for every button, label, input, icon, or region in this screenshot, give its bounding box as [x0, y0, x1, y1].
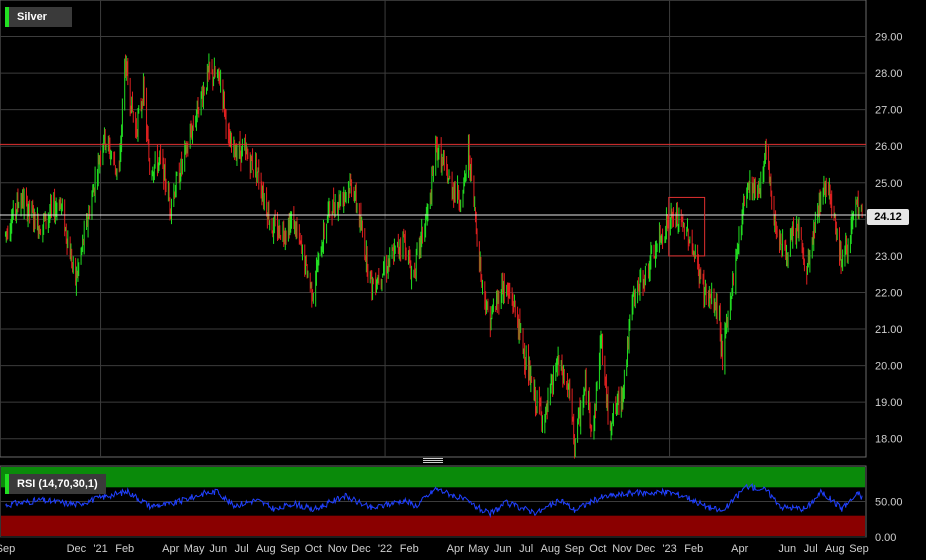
x-tick-label: Nov: [328, 543, 348, 555]
x-tick-label: Feb: [115, 543, 134, 555]
x-tick-label: Jul: [519, 543, 533, 555]
price-tick-label: 28.00: [875, 68, 903, 80]
oversold-zone: [1, 515, 865, 536]
price-tick-label: 20.00: [875, 361, 903, 373]
x-tick-label: Sep: [280, 543, 300, 555]
x-tick-label: Apr: [731, 543, 748, 555]
price-panel[interactable]: 18.0019.0020.0021.0022.0023.0024.0025.00…: [0, 0, 903, 537]
x-tick-label: Jun: [209, 543, 227, 555]
x-tick-label: Nov: [612, 543, 632, 555]
x-tick-label: Aug: [256, 543, 276, 555]
panel-splitter-handle[interactable]: [423, 458, 443, 464]
last-price-badge: 24.12: [867, 209, 909, 225]
x-tick-label: Apr: [447, 543, 464, 555]
x-tick-label: May: [184, 543, 205, 555]
price-tick-label: 22.00: [875, 287, 903, 299]
x-tick-label: Dec: [67, 543, 87, 555]
x-tick-label: Oct: [589, 543, 606, 555]
price-tick-label: 19.00: [875, 397, 903, 409]
x-tick-label: Sep: [565, 543, 585, 555]
x-tick-label: Sep: [0, 543, 15, 555]
x-tick-label: Feb: [400, 543, 419, 555]
price-tick-label: 23.00: [875, 251, 903, 263]
x-tick-label: Jun: [494, 543, 512, 555]
x-tick-label: Aug: [541, 543, 561, 555]
x-tick-label: '22: [378, 543, 392, 555]
x-tick-label: Dec: [351, 543, 371, 555]
x-tick-label: May: [468, 543, 489, 555]
x-tick-label: Jul: [804, 543, 818, 555]
x-tick-label: Aug: [825, 543, 845, 555]
price-tick-label: 25.00: [875, 178, 903, 190]
price-tick-label: 29.00: [875, 32, 903, 44]
rsi-panel[interactable]: 0.00 50.00: [0, 465, 903, 544]
rsi-tick-label: 50.00: [875, 497, 903, 509]
price-panel-frame: [0, 0, 867, 458]
price-tick-label: 27.00: [875, 105, 903, 117]
overbought-zone: [1, 467, 865, 488]
x-tick-label: '23: [662, 543, 676, 555]
rsi-legend[interactable]: RSI (14,70,30,1): [5, 474, 106, 494]
price-tick-label: 21.00: [875, 324, 903, 336]
rsi-tick-label: 0.00: [875, 532, 896, 544]
x-tick-label: Jun: [778, 543, 796, 555]
x-tick-label: Dec: [636, 543, 656, 555]
x-tick-label: '21: [93, 543, 107, 555]
chart-root: 18.0019.0020.0021.0022.0023.0024.0025.00…: [0, 0, 926, 560]
x-tick-label: Feb: [684, 543, 703, 555]
x-tick-label: Jul: [235, 543, 249, 555]
x-tick-label: Sep: [849, 543, 869, 555]
price-tick-label: 18.00: [875, 434, 903, 446]
x-tick-label: Oct: [305, 543, 322, 555]
price-legend[interactable]: Silver: [5, 7, 72, 27]
price-tick-label: 26.00: [875, 141, 903, 153]
x-tick-label: Apr: [162, 543, 179, 555]
